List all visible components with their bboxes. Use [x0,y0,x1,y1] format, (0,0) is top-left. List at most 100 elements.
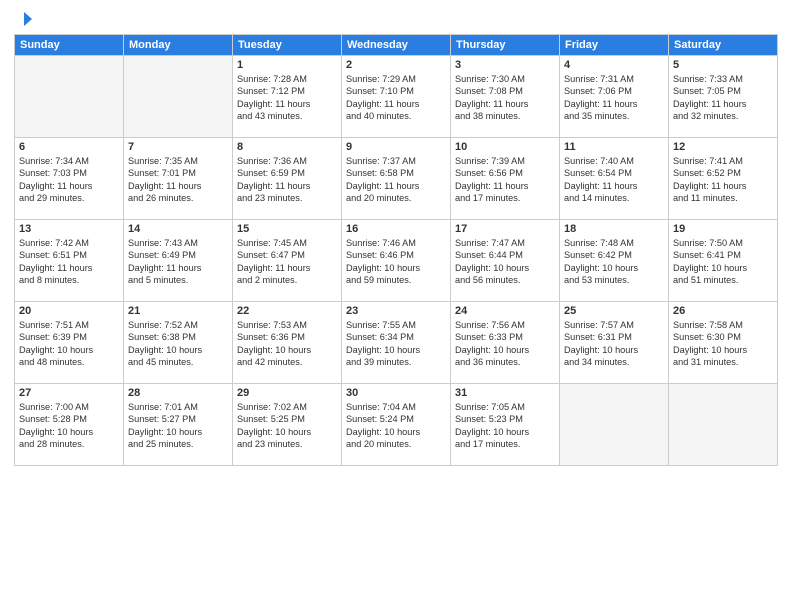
calendar-cell: 27 Sunrise: 7:00 AMSunset: 5:28 PMDayligh… [15,384,124,466]
calendar-cell: 25 Sunrise: 7:57 AMSunset: 6:31 PMDayligh… [560,302,669,384]
cell-info: Sunrise: 7:45 AMSunset: 6:47 PMDaylight:… [237,237,337,287]
calendar-cell: 24 Sunrise: 7:56 AMSunset: 6:33 PMDayligh… [451,302,560,384]
cell-info: Sunrise: 7:40 AMSunset: 6:54 PMDaylight:… [564,155,664,205]
page: SundayMondayTuesdayWednesdayThursdayFrid… [0,0,792,612]
cell-info: Sunrise: 7:51 AMSunset: 6:39 PMDaylight:… [19,319,119,369]
day-number: 14 [128,223,228,235]
logo-flag-icon [15,10,33,28]
calendar-cell: 16Sunrise: 7:46 AMSunset: 6:46 PMDayligh… [342,220,451,302]
calendar-cell: 11 Sunrise: 7:40 AMSunset: 6:54 PMDayligh… [560,138,669,220]
calendar-cell: 15 Sunrise: 7:45 AMSunset: 6:47 PMDayligh… [233,220,342,302]
calendar-cell: 6 Sunrise: 7:34 AMSunset: 7:03 PMDaylight… [15,138,124,220]
day-number: 28 [128,387,228,399]
cell-info: Sunrise: 7:50 AMSunset: 6:41 PMDaylight:… [673,237,773,287]
day-number: 23 [346,305,446,317]
calendar-cell [124,56,233,138]
day-header-saturday: Saturday [669,35,778,56]
day-header-monday: Monday [124,35,233,56]
day-header-wednesday: Wednesday [342,35,451,56]
calendar-cell: 10 Sunrise: 7:39 AMSunset: 6:56 PMDayligh… [451,138,560,220]
day-number: 15 [237,223,337,235]
cell-info: Sunrise: 7:57 AMSunset: 6:31 PMDaylight:… [564,319,664,369]
cell-info: Sunrise: 7:48 AMSunset: 6:42 PMDaylight:… [564,237,664,287]
cell-info: Sunrise: 7:53 AMSunset: 6:36 PMDaylight:… [237,319,337,369]
calendar-cell [669,384,778,466]
calendar-cell: 2Sunrise: 7:29 AMSunset: 7:10 PMDaylight… [342,56,451,138]
cell-info: Sunrise: 7:55 AMSunset: 6:34 PMDaylight:… [346,319,446,369]
calendar-cell: 1 Sunrise: 7:28 AMSunset: 7:12 PMDaylight… [233,56,342,138]
calendar-cell: 9 Sunrise: 7:37 AMSunset: 6:58 PMDaylight… [342,138,451,220]
day-number: 10 [455,141,555,153]
calendar-table: SundayMondayTuesdayWednesdayThursdayFrid… [14,34,778,466]
day-number: 26 [673,305,773,317]
cell-info: Sunrise: 7:37 AMSunset: 6:58 PMDaylight:… [346,155,446,205]
calendar-week-row: 27 Sunrise: 7:00 AMSunset: 5:28 PMDayligh… [15,384,778,466]
cell-info: Sunrise: 7:30 AMSunset: 7:08 PMDaylight:… [455,73,555,123]
cell-info: Sunrise: 7:05 AMSunset: 5:23 PMDaylight:… [455,401,555,451]
day-number: 27 [19,387,119,399]
day-number: 9 [346,141,446,153]
calendar-cell: 7Sunrise: 7:35 AMSunset: 7:01 PMDaylight… [124,138,233,220]
cell-info: Sunrise: 7:02 AMSunset: 5:25 PMDaylight:… [237,401,337,451]
day-number: 19 [673,223,773,235]
cell-info: Sunrise: 7:39 AMSunset: 6:56 PMDaylight:… [455,155,555,205]
calendar-cell: 26 Sunrise: 7:58 AMSunset: 6:30 PMDayligh… [669,302,778,384]
cell-info: Sunrise: 7:58 AMSunset: 6:30 PMDaylight:… [673,319,773,369]
day-number: 3 [455,59,555,71]
day-number: 24 [455,305,555,317]
day-number: 4 [564,59,664,71]
calendar-cell: 5 Sunrise: 7:33 AMSunset: 7:05 PMDaylight… [669,56,778,138]
day-header-friday: Friday [560,35,669,56]
day-header-tuesday: Tuesday [233,35,342,56]
cell-info: Sunrise: 7:01 AMSunset: 5:27 PMDaylight:… [128,401,228,451]
logo [14,10,33,28]
cell-info: Sunrise: 7:34 AMSunset: 7:03 PMDaylight:… [19,155,119,205]
calendar-cell: 28 Sunrise: 7:01 AMSunset: 5:27 PMDayligh… [124,384,233,466]
calendar-cell: 20 Sunrise: 7:51 AMSunset: 6:39 PMDayligh… [15,302,124,384]
day-number: 31 [455,387,555,399]
calendar-cell: 18Sunrise: 7:48 AMSunset: 6:42 PMDayligh… [560,220,669,302]
calendar-cell: 31 Sunrise: 7:05 AMSunset: 5:23 PMDayligh… [451,384,560,466]
day-number: 2 [346,59,446,71]
calendar-cell: 19 Sunrise: 7:50 AMSunset: 6:41 PMDayligh… [669,220,778,302]
cell-info: Sunrise: 7:42 AMSunset: 6:51 PMDaylight:… [19,237,119,287]
logo-text [14,10,33,28]
calendar-cell: 21 Sunrise: 7:52 AMSunset: 6:38 PMDayligh… [124,302,233,384]
day-number: 12 [673,141,773,153]
calendar-cell: 23 Sunrise: 7:55 AMSunset: 6:34 PMDayligh… [342,302,451,384]
cell-info: Sunrise: 7:33 AMSunset: 7:05 PMDaylight:… [673,73,773,123]
day-number: 11 [564,141,664,153]
day-number: 6 [19,141,119,153]
calendar-cell: 14Sunrise: 7:43 AMSunset: 6:49 PMDayligh… [124,220,233,302]
day-number: 13 [19,223,119,235]
day-number: 7 [128,141,228,153]
cell-info: Sunrise: 7:41 AMSunset: 6:52 PMDaylight:… [673,155,773,205]
day-number: 1 [237,59,337,71]
cell-info: Sunrise: 7:28 AMSunset: 7:12 PMDaylight:… [237,73,337,123]
cell-info: Sunrise: 7:52 AMSunset: 6:38 PMDaylight:… [128,319,228,369]
calendar-week-row: 13 Sunrise: 7:42 AMSunset: 6:51 PMDayligh… [15,220,778,302]
cell-info: Sunrise: 7:00 AMSunset: 5:28 PMDaylight:… [19,401,119,451]
calendar-cell: 12 Sunrise: 7:41 AMSunset: 6:52 PMDayligh… [669,138,778,220]
cell-info: Sunrise: 7:46 AMSunset: 6:46 PMDaylight:… [346,237,446,287]
day-number: 29 [237,387,337,399]
day-number: 17 [455,223,555,235]
calendar-cell: 4Sunrise: 7:31 AMSunset: 7:06 PMDaylight… [560,56,669,138]
calendar-cell [15,56,124,138]
calendar-cell: 17 Sunrise: 7:47 AMSunset: 6:44 PMDayligh… [451,220,560,302]
calendar-week-row: 6 Sunrise: 7:34 AMSunset: 7:03 PMDaylight… [15,138,778,220]
calendar-cell: 30Sunrise: 7:04 AMSunset: 5:24 PMDayligh… [342,384,451,466]
day-number: 22 [237,305,337,317]
cell-info: Sunrise: 7:47 AMSunset: 6:44 PMDaylight:… [455,237,555,287]
calendar-cell: 22 Sunrise: 7:53 AMSunset: 6:36 PMDayligh… [233,302,342,384]
day-header-thursday: Thursday [451,35,560,56]
day-number: 20 [19,305,119,317]
cell-info: Sunrise: 7:36 AMSunset: 6:59 PMDaylight:… [237,155,337,205]
day-number: 8 [237,141,337,153]
calendar-week-row: 20 Sunrise: 7:51 AMSunset: 6:39 PMDayligh… [15,302,778,384]
calendar-cell: 8 Sunrise: 7:36 AMSunset: 6:59 PMDaylight… [233,138,342,220]
day-number: 25 [564,305,664,317]
day-number: 5 [673,59,773,71]
cell-info: Sunrise: 7:56 AMSunset: 6:33 PMDaylight:… [455,319,555,369]
day-number: 21 [128,305,228,317]
